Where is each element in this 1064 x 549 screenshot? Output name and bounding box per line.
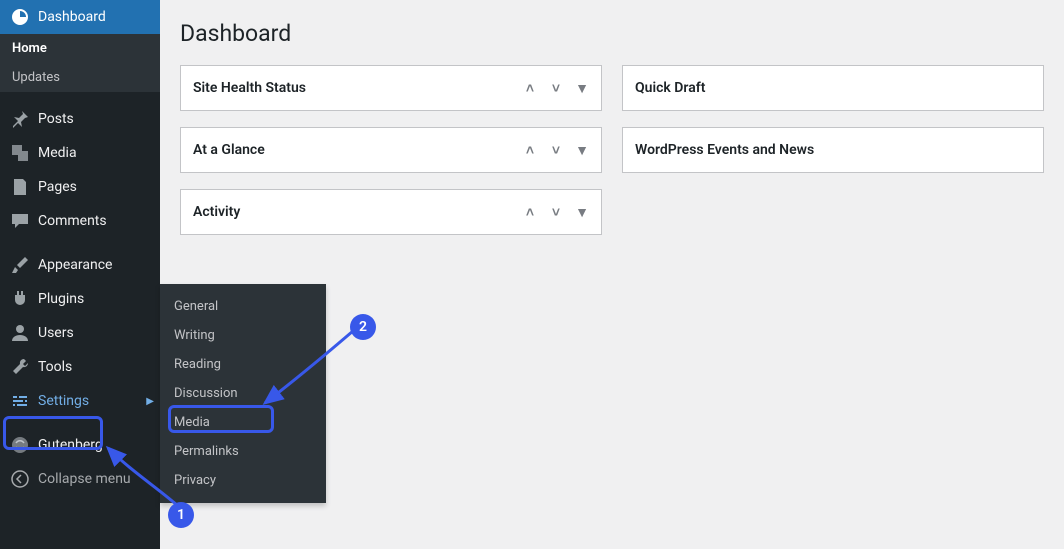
sidebar-item-label: Pages: [38, 179, 77, 195]
sidebar-item-appearance[interactable]: Appearance: [0, 248, 160, 282]
toggle-panel-icon[interactable]: ▼: [575, 142, 589, 159]
sidebar-item-plugins[interactable]: Plugins: [0, 282, 160, 316]
sidebar-item-label: Media: [38, 145, 77, 161]
settings-subitem-permalinks[interactable]: Permalinks: [160, 437, 326, 466]
settings-subitem-privacy[interactable]: Privacy: [160, 466, 326, 495]
wrench-icon: [10, 357, 30, 377]
user-icon: [10, 323, 30, 343]
plugin-icon: [10, 289, 30, 309]
settings-subitem-general[interactable]: General: [160, 292, 326, 321]
sidebar-subitem-home[interactable]: Home: [0, 34, 160, 63]
sidebar-item-tools[interactable]: Tools: [0, 350, 160, 384]
sidebar-item-settings[interactable]: Settings ▶: [0, 384, 160, 418]
sidebar-item-label: Posts: [38, 111, 74, 127]
settings-subitem-discussion[interactable]: Discussion: [160, 379, 326, 408]
media-icon: [10, 143, 30, 163]
move-up-icon[interactable]: ˄: [523, 204, 537, 221]
settings-subitem-writing[interactable]: Writing: [160, 321, 326, 350]
sidebar-item-label: Collapse menu: [38, 471, 131, 487]
submenu-arrow-icon: ▶: [146, 396, 154, 407]
admin-sidebar: Dashboard Home Updates Posts Media Pages…: [0, 0, 160, 549]
panel-quick-draft: Quick Draft: [622, 65, 1044, 111]
panel-at-a-glance: At a Glance ˄ ˅ ▼: [180, 127, 602, 173]
sidebar-item-gutenberg[interactable]: Gutenberg: [0, 428, 160, 462]
sidebar-item-comments[interactable]: Comments: [0, 204, 160, 238]
sidebar-item-label: Appearance: [38, 257, 112, 273]
sidebar-item-label: Plugins: [38, 291, 84, 307]
dashboard-icon: [10, 7, 30, 27]
sidebar-item-posts[interactable]: Posts: [0, 102, 160, 136]
move-up-icon[interactable]: ˄: [523, 142, 537, 159]
toggle-panel-icon[interactable]: ▼: [575, 80, 589, 97]
sidebar-item-users[interactable]: Users: [0, 316, 160, 350]
panel-title: Activity: [193, 204, 240, 220]
settings-flyout-submenu: General Writing Reading Discussion Media…: [160, 284, 326, 503]
sidebar-item-label: Tools: [38, 359, 72, 375]
panel-title: Site Health Status: [193, 80, 306, 96]
panel-title: Quick Draft: [635, 80, 705, 96]
panel-activity: Activity ˄ ˅ ▼: [180, 189, 602, 235]
pushpin-icon: [10, 109, 30, 129]
panel-site-health: Site Health Status ˄ ˅ ▼: [180, 65, 602, 111]
settings-subitem-media[interactable]: Media: [160, 408, 326, 437]
sidebar-subitem-updates[interactable]: Updates: [0, 63, 160, 92]
move-down-icon[interactable]: ˅: [549, 204, 563, 221]
move-down-icon[interactable]: ˅: [549, 80, 563, 97]
toggle-panel-icon[interactable]: ▼: [575, 204, 589, 221]
dashboard-submenu: Home Updates: [0, 34, 160, 92]
sidebar-item-dashboard[interactable]: Dashboard: [0, 0, 160, 34]
move-up-icon[interactable]: ˄: [523, 80, 537, 97]
sidebar-item-pages[interactable]: Pages: [0, 170, 160, 204]
panel-events-news: WordPress Events and News: [622, 127, 1044, 173]
panel-title: At a Glance: [193, 142, 265, 158]
sidebar-item-media[interactable]: Media: [0, 136, 160, 170]
page-icon: [10, 177, 30, 197]
move-down-icon[interactable]: ˅: [549, 142, 563, 159]
page-title: Dashboard: [180, 20, 1044, 47]
sidebar-item-label: Gutenberg: [38, 437, 103, 453]
gutenberg-icon: [10, 435, 30, 455]
sidebar-collapse-menu[interactable]: Collapse menu: [0, 462, 160, 496]
comment-icon: [10, 211, 30, 231]
sidebar-item-label: Settings: [38, 393, 89, 409]
sidebar-item-label: Comments: [38, 213, 107, 229]
collapse-icon: [10, 469, 30, 489]
sidebar-item-label: Dashboard: [38, 9, 106, 25]
sliders-icon: [10, 391, 30, 411]
settings-subitem-reading[interactable]: Reading: [160, 350, 326, 379]
panel-title: WordPress Events and News: [635, 142, 814, 158]
brush-icon: [10, 255, 30, 275]
dashboard-panels: Site Health Status ˄ ˅ ▼ At a Glance ˄ ˅…: [180, 65, 1044, 251]
sidebar-item-label: Users: [38, 325, 74, 341]
